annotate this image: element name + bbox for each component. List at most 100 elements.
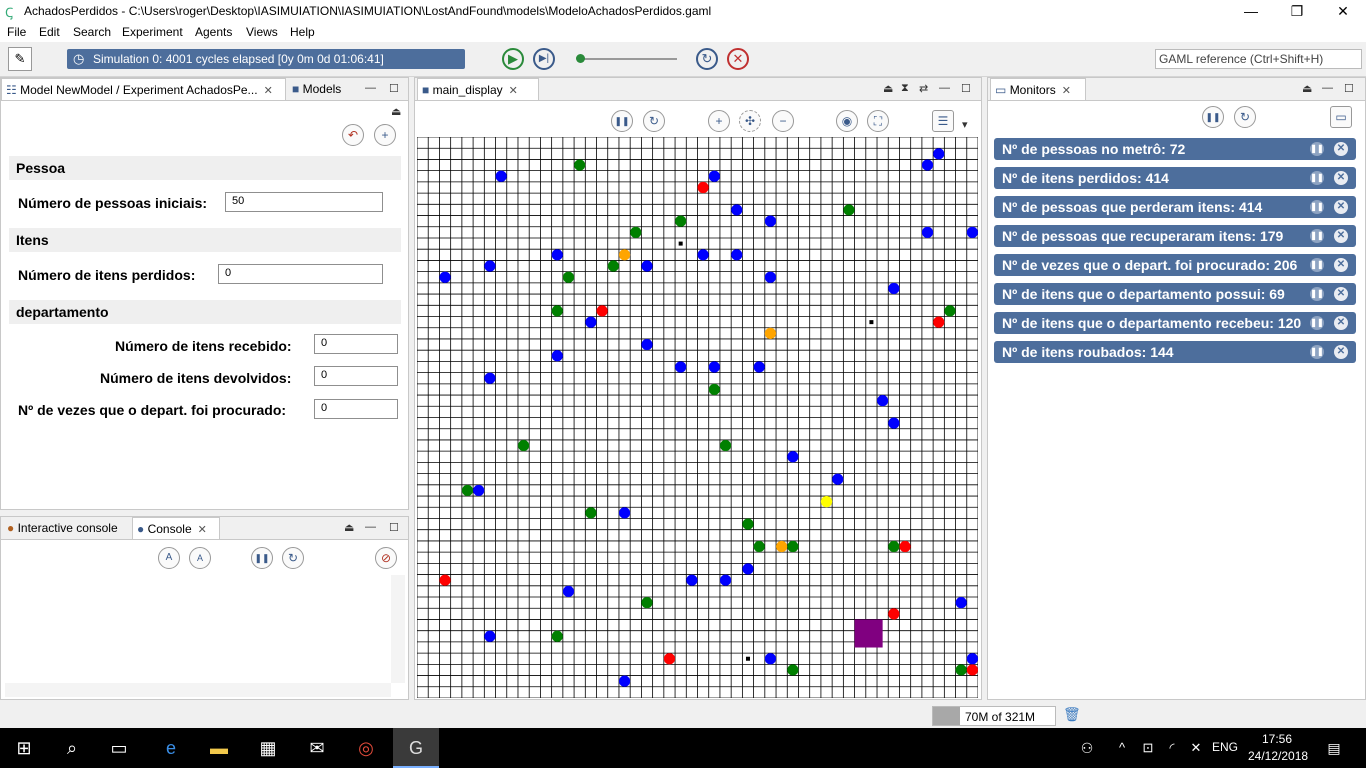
pause-monitor-icon[interactable]: ❚❚ xyxy=(1310,258,1324,272)
speed-slider-track[interactable] xyxy=(577,58,677,60)
windows-start-icon[interactable]: ⊞ xyxy=(12,736,36,760)
monitor-item[interactable]: Nº de pessoas no metrô: 72 ❚❚ ✕ xyxy=(994,138,1356,160)
search-icon[interactable]: ⌕ xyxy=(60,736,84,760)
close-window-button[interactable]: ✕ xyxy=(1320,0,1366,24)
notifications-icon[interactable]: ▤ xyxy=(1322,736,1346,760)
camera-icon[interactable]: ◉ xyxy=(836,110,858,132)
close-monitor-icon[interactable]: ✕ xyxy=(1334,229,1348,243)
people-icon[interactable]: ⚇ xyxy=(1075,736,1099,760)
menu-help[interactable]: Help xyxy=(290,25,315,39)
add-parameter-icon[interactable]: + xyxy=(374,124,396,146)
monitor-item[interactable]: Nº de itens que o departamento possui: 6… xyxy=(994,283,1356,305)
zoom-in-icon[interactable]: + xyxy=(708,110,730,132)
chrome-icon[interactable]: ◎ xyxy=(354,736,378,760)
input-itens-perdidos[interactable]: 0 xyxy=(218,264,383,284)
close-icon[interactable]: ✕ xyxy=(1062,85,1071,97)
tab-experiment[interactable]: ☷ Model NewModel / Experiment AchadosPe.… xyxy=(1,78,286,100)
edge-browser-icon[interactable]: e xyxy=(159,736,183,760)
file-explorer-icon[interactable]: ▬ xyxy=(207,736,231,760)
tab-monitors[interactable]: ▭ Monitors ✕ xyxy=(990,78,1086,100)
close-monitor-icon[interactable]: ✕ xyxy=(1334,258,1348,272)
tab-console[interactable]: ● Console ✕ xyxy=(132,517,220,539)
clear-console-icon[interactable]: ⊘ xyxy=(375,547,397,569)
pause-monitor-icon[interactable]: ❚❚ xyxy=(1310,171,1324,185)
pin-icon[interactable]: ⏏ xyxy=(344,521,354,534)
language-indicator[interactable]: ENG xyxy=(1212,740,1238,754)
input-itens-devolvidos[interactable]: 0 xyxy=(314,366,398,386)
close-monitor-icon[interactable]: ✕ xyxy=(1334,171,1348,185)
wifi-icon[interactable]: ◜ xyxy=(1160,736,1184,760)
task-view-icon[interactable]: ▭ xyxy=(107,736,131,760)
sync-console-icon[interactable]: ↻ xyxy=(282,547,304,569)
toggle-overlay-icon[interactable]: ⏏ xyxy=(883,82,893,95)
close-monitor-icon[interactable]: ✕ xyxy=(1334,200,1348,214)
menu-edit[interactable]: Edit xyxy=(39,25,60,39)
tab-interactive-console[interactable]: ● Interactive console xyxy=(3,517,131,539)
sync-display-icon[interactable]: ↻ xyxy=(643,110,665,132)
zoom-out-icon[interactable]: − xyxy=(772,110,794,132)
network-icon[interactable]: ⊡ xyxy=(1136,736,1160,760)
sync-monitors-icon[interactable]: ↻ xyxy=(1234,106,1256,128)
pin-icon[interactable]: ⏏ xyxy=(391,105,401,118)
chevron-down-icon[interactable]: ▾ xyxy=(962,118,968,131)
run-simulation-button[interactable]: ▶ xyxy=(502,48,524,70)
chevron-up-icon[interactable]: ^ xyxy=(1110,736,1134,760)
reload-simulation-button[interactable]: ↻ xyxy=(696,48,718,70)
stop-simulation-button[interactable]: ✕ xyxy=(727,48,749,70)
edit-model-icon[interactable]: ✎ xyxy=(8,47,32,71)
section-itens[interactable]: Itens xyxy=(9,228,401,252)
maximize-icon[interactable]: ☐ xyxy=(389,82,399,95)
pause-console-icon[interactable]: ❚❚ xyxy=(251,547,273,569)
sync-icon[interactable]: ⇄ xyxy=(919,82,928,95)
pause-monitor-icon[interactable]: ❚❚ xyxy=(1310,287,1324,301)
close-monitor-icon[interactable]: ✕ xyxy=(1334,345,1348,359)
monitor-item[interactable]: Nº de itens roubados: 144 ❚❚ ✕ xyxy=(994,341,1356,363)
restore-button[interactable]: ❐ xyxy=(1274,0,1320,24)
maximize-icon[interactable]: ☐ xyxy=(1344,82,1354,95)
close-monitor-icon[interactable]: ✕ xyxy=(1334,316,1348,330)
close-icon[interactable]: ✕ xyxy=(264,85,273,97)
pause-monitor-icon[interactable]: ❚❚ xyxy=(1310,200,1324,214)
monitor-item[interactable]: Nº de itens perdidos: 414 ❚❚ ✕ xyxy=(994,167,1356,189)
close-icon[interactable]: ✕ xyxy=(198,524,207,536)
console-horizontal-scrollbar[interactable] xyxy=(5,683,391,697)
console-vertical-scrollbar[interactable] xyxy=(391,575,405,683)
monitor-item[interactable]: Nº de pessoas que recuperaram itens: 179… xyxy=(994,225,1356,247)
memory-indicator[interactable]: 70M of 321M xyxy=(932,706,1056,726)
speed-slider-handle[interactable] xyxy=(576,54,585,63)
tab-main-display[interactable]: ■ main_display ✕ xyxy=(417,78,539,100)
close-icon[interactable]: ✕ xyxy=(509,85,518,97)
maximize-icon[interactable]: ☐ xyxy=(389,521,399,534)
gaml-reference-search[interactable]: GAML reference (Ctrl+Shift+H) xyxy=(1155,49,1362,69)
section-departamento[interactable]: departamento xyxy=(9,300,401,324)
store-icon[interactable]: ▦ xyxy=(256,736,280,760)
pin-icon[interactable]: ⏏ xyxy=(1302,82,1312,95)
new-monitor-icon[interactable]: ▭ xyxy=(1330,106,1352,128)
monitor-item[interactable]: Nº de vezes que o depart. foi procurado:… xyxy=(994,254,1356,276)
input-pessoas-iniciais[interactable]: 50 xyxy=(225,192,383,212)
minimize-button[interactable]: — xyxy=(1228,0,1274,24)
maximize-icon[interactable]: ☐ xyxy=(961,82,971,95)
toggle-toolbar-icon[interactable]: ⧗ xyxy=(901,82,909,95)
clock-time[interactable]: 17:56 xyxy=(1262,732,1292,746)
minimize-icon[interactable]: — xyxy=(365,521,376,533)
mail-icon[interactable]: ✉ xyxy=(305,736,329,760)
pause-display-icon[interactable]: ❚❚ xyxy=(611,110,633,132)
minimize-icon[interactable]: — xyxy=(939,82,950,94)
menu-agents[interactable]: Agents xyxy=(195,25,232,39)
section-pessoa[interactable]: Pessoa xyxy=(9,156,401,180)
pause-monitors-icon[interactable]: ❚❚ xyxy=(1202,106,1224,128)
menu-file[interactable]: File xyxy=(7,25,26,39)
decrease-font-icon[interactable]: A xyxy=(189,547,211,569)
step-simulation-button[interactable]: ▶| xyxy=(533,48,555,70)
minimize-icon[interactable]: — xyxy=(1322,82,1333,94)
simulation-grid[interactable] xyxy=(417,137,978,698)
menu-search[interactable]: Search xyxy=(73,25,111,39)
input-itens-recebido[interactable]: 0 xyxy=(314,334,398,354)
tab-models[interactable]: ■ Models xyxy=(288,78,356,100)
layers-icon[interactable]: ☰ xyxy=(932,110,954,132)
clock-date[interactable]: 24/12/2018 xyxy=(1248,749,1308,763)
menu-views[interactable]: Views xyxy=(246,25,278,39)
pause-monitor-icon[interactable]: ❚❚ xyxy=(1310,345,1324,359)
monitor-item[interactable]: Nº de itens que o departamento recebeu: … xyxy=(994,312,1356,334)
